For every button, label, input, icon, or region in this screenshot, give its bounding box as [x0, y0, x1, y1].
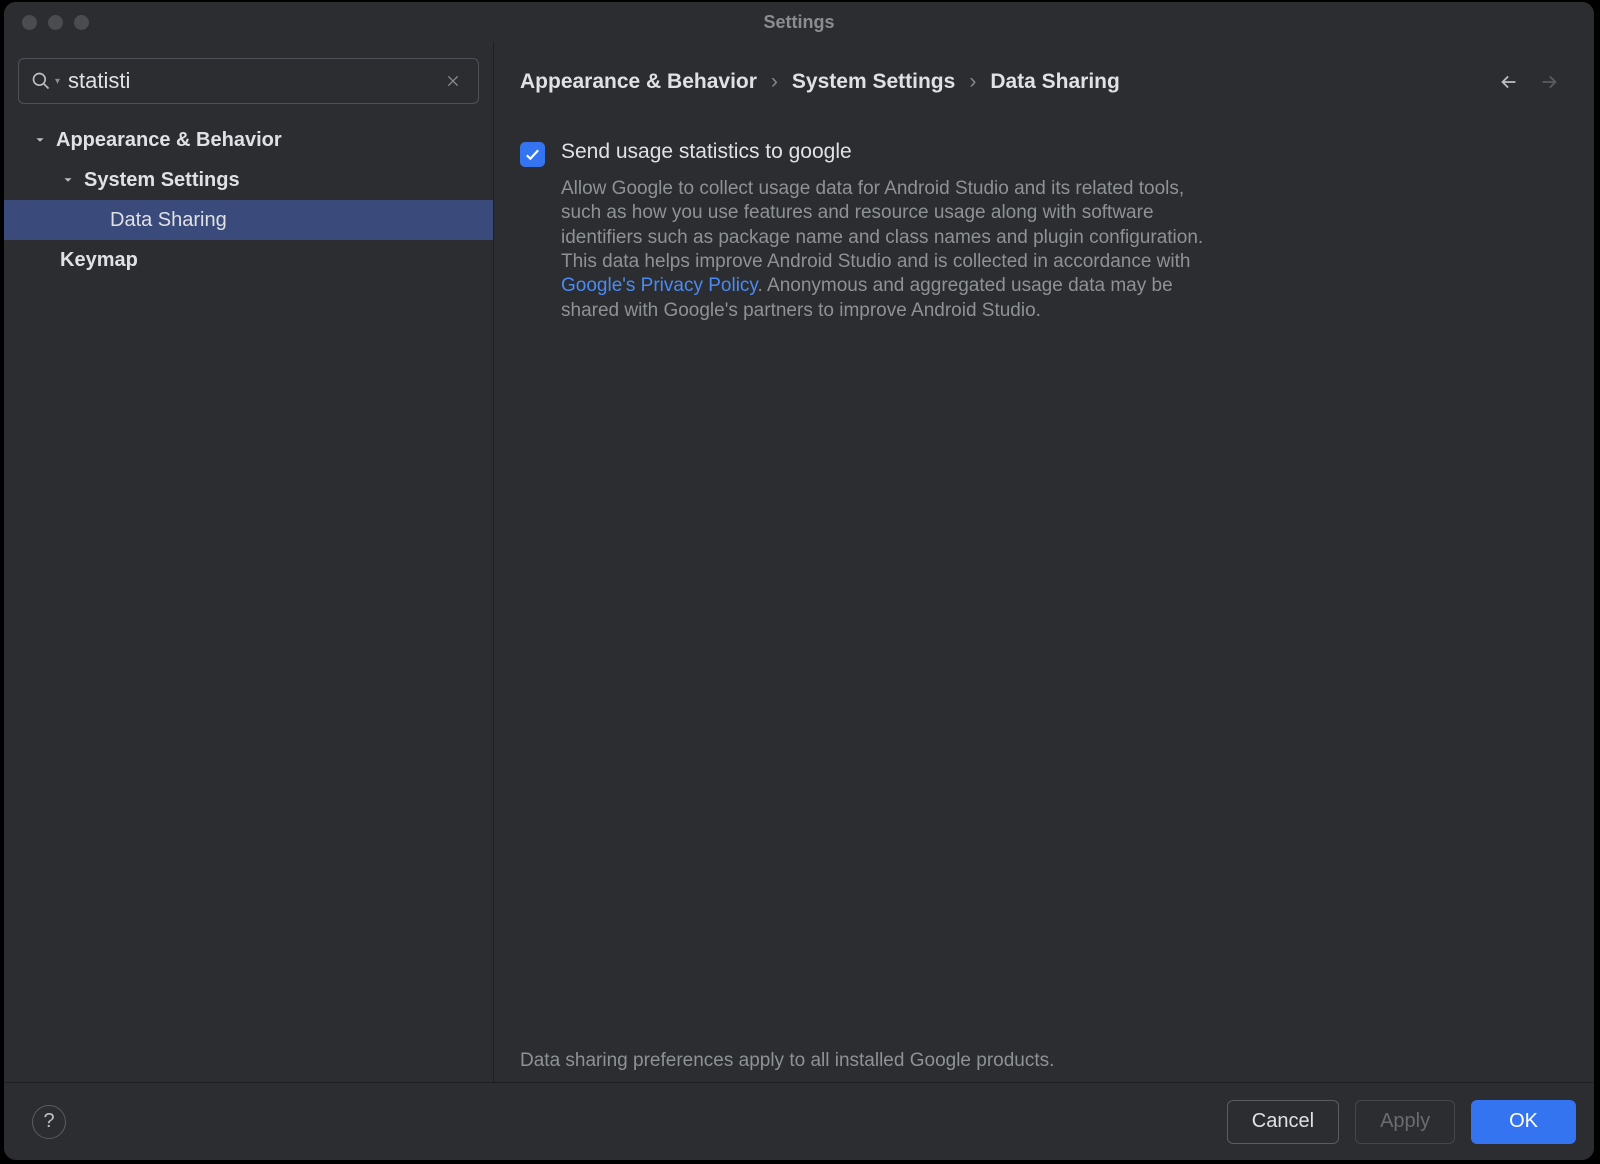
nav-arrows	[1498, 71, 1568, 93]
apply-button: Apply	[1355, 1100, 1455, 1144]
nav-forward-button	[1538, 71, 1560, 93]
setting-label: Send usage statistics to google	[561, 140, 852, 164]
search-box[interactable]: ▾	[18, 58, 479, 104]
breadcrumb-sep: ›	[771, 70, 778, 94]
close-window-button[interactable]	[22, 15, 37, 30]
chevron-down-icon	[60, 172, 76, 188]
window-controls	[22, 15, 89, 30]
tree-item-appearance-behavior[interactable]: Appearance & Behavior	[4, 120, 493, 160]
tree-item-keymap[interactable]: Keymap	[4, 240, 493, 280]
breadcrumb-part: Data Sharing	[990, 70, 1120, 94]
setting-row: Send usage statistics to google	[520, 140, 1568, 167]
tree-label: System Settings	[84, 169, 240, 192]
maximize-window-button[interactable]	[74, 15, 89, 30]
settings-tree: Appearance & Behavior System Settings Da…	[4, 116, 493, 1082]
footer: ? Cancel Apply OK	[4, 1082, 1594, 1160]
breadcrumb-sep: ›	[969, 70, 976, 94]
help-button[interactable]: ?	[32, 1105, 66, 1139]
minimize-window-button[interactable]	[48, 15, 63, 30]
sidebar: ▾ Appearance & Behavior System Settings	[4, 42, 494, 1082]
main-panel: Appearance & Behavior › System Settings …	[494, 42, 1594, 1082]
tree-label: Data Sharing	[110, 209, 227, 232]
titlebar: Settings	[4, 2, 1594, 42]
breadcrumb-part[interactable]: System Settings	[792, 70, 955, 94]
help-icon: ?	[43, 1110, 54, 1133]
search-options-caret-icon[interactable]: ▾	[55, 76, 60, 87]
button-label: Cancel	[1252, 1110, 1314, 1133]
main-content: Send usage statistics to google Allow Go…	[494, 110, 1594, 1082]
button-label: OK	[1509, 1110, 1538, 1133]
tree-item-data-sharing[interactable]: Data Sharing	[4, 200, 493, 240]
send-usage-stats-checkbox[interactable]	[520, 142, 545, 167]
desc-text: Allow Google to collect usage data for A…	[561, 178, 1203, 272]
chevron-down-icon	[32, 132, 48, 148]
search-icon	[31, 71, 51, 91]
ok-button[interactable]: OK	[1471, 1100, 1576, 1144]
breadcrumb-part[interactable]: Appearance & Behavior	[520, 70, 757, 94]
settings-window: Settings ▾ Appearance & Be	[4, 2, 1594, 1160]
button-label: Apply	[1380, 1110, 1430, 1133]
tree-label: Keymap	[60, 249, 138, 272]
main-header: Appearance & Behavior › System Settings …	[494, 42, 1594, 110]
nav-back-button[interactable]	[1498, 71, 1520, 93]
setting-description: Allow Google to collect usage data for A…	[561, 177, 1211, 323]
search-clear-button[interactable]	[440, 68, 466, 94]
privacy-policy-link[interactable]: Google's Privacy Policy	[561, 275, 758, 296]
footnote: Data sharing preferences apply to all in…	[520, 1030, 1568, 1072]
settings-body: ▾ Appearance & Behavior System Settings	[4, 42, 1594, 1082]
cancel-button[interactable]: Cancel	[1227, 1100, 1339, 1144]
breadcrumb: Appearance & Behavior › System Settings …	[520, 70, 1498, 94]
tree-item-system-settings[interactable]: System Settings	[4, 160, 493, 200]
tree-label: Appearance & Behavior	[56, 129, 282, 152]
search-input[interactable]	[68, 68, 440, 94]
window-title: Settings	[4, 12, 1594, 33]
